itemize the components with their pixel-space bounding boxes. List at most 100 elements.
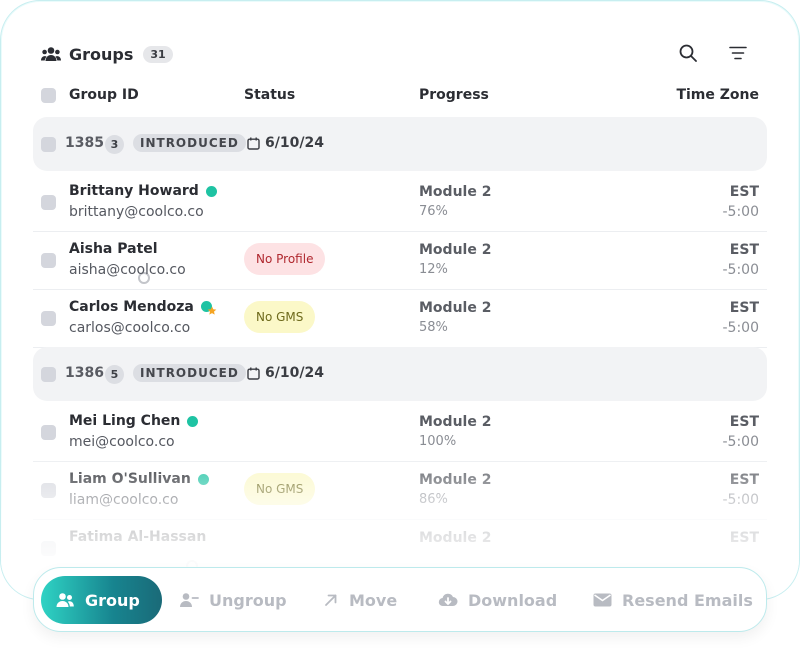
- search-icon[interactable]: [677, 41, 699, 65]
- page-title: Groups: [69, 44, 134, 64]
- row-checkbox[interactable]: [41, 253, 56, 268]
- column-time-zone[interactable]: Time Zone: [676, 87, 759, 103]
- member-utc-offset: -5:00: [722, 492, 760, 508]
- column-group-id[interactable]: Group ID: [69, 87, 139, 103]
- member-utc-offset: -5:00: [722, 320, 760, 336]
- member-module: Module 2: [419, 530, 492, 546]
- group-checkbox[interactable]: [41, 367, 56, 382]
- member-email: liam@coolco.co: [69, 492, 179, 508]
- group-checkbox[interactable]: [41, 137, 56, 152]
- users-icon: [56, 593, 74, 607]
- online-status-icon: [187, 415, 199, 427]
- table-row[interactable]: Carlos Mendoza carlos@coolco.co No GMS M…: [33, 289, 767, 348]
- member-name: Mei Ling Chen: [69, 413, 199, 429]
- status-badge: No GMS: [244, 301, 316, 333]
- member-module: Module 2: [419, 242, 492, 258]
- table-row[interactable]: Brittany Howard brittany@coolco.co Modul…: [33, 173, 767, 232]
- bulk-action-toolbar: Group Ungroup Move Download Resend Email…: [33, 567, 767, 632]
- member-module: Module 2: [419, 300, 492, 316]
- member-timezone: EST: [729, 530, 759, 546]
- groups-panel: Groups 31 Group ID Status Progress Time …: [0, 0, 800, 600]
- move-button-label: Move: [349, 590, 398, 610]
- column-status[interactable]: Status: [244, 87, 295, 103]
- member-timezone: EST: [729, 472, 759, 488]
- group-date: 6/10/24: [247, 135, 324, 151]
- group-button-label: Group: [85, 590, 140, 610]
- arrow-up-right-icon: [325, 594, 337, 606]
- member-utc-offset: -5:00: [722, 434, 760, 450]
- users-icon: [41, 46, 61, 62]
- row-checkbox[interactable]: [41, 425, 56, 440]
- row-checkbox[interactable]: [41, 541, 56, 556]
- group-status-badge: INTRODUCED: [133, 134, 246, 152]
- member-name: Brittany Howard: [69, 183, 217, 199]
- member-name-text: Fatima Al-Hassan: [69, 529, 207, 545]
- member-progress: 58%: [419, 320, 448, 335]
- table-row[interactable]: Mei Ling Chen mei@coolco.co Module 2 100…: [33, 403, 767, 462]
- column-progress[interactable]: Progress: [419, 87, 489, 103]
- member-name: Carlos Mendoza: [69, 299, 217, 315]
- row-checkbox[interactable]: [41, 195, 56, 210]
- member-email: brittany@coolco.co: [69, 204, 204, 220]
- groups-count-badge: 31: [143, 45, 173, 63]
- member-timezone: EST: [729, 184, 759, 200]
- download-button-label: Download: [468, 590, 558, 610]
- group-status-badge: INTRODUCED: [133, 364, 246, 382]
- table-row[interactable]: Aisha Patel aisha@coolco.co No Profile M…: [33, 231, 767, 290]
- calendar-icon: [247, 137, 260, 150]
- member-name: Aisha Patel: [69, 241, 158, 284]
- user-minus-icon: [180, 593, 199, 607]
- envelope-icon: [593, 593, 612, 607]
- ungroup-button[interactable]: Ungroup: [179, 576, 287, 624]
- online-status-icon: [197, 473, 209, 485]
- filter-icon[interactable]: [727, 41, 749, 65]
- member-name-text: Mei Ling Chen: [69, 413, 181, 429]
- member-timezone: EST: [729, 242, 759, 258]
- table-header: Group ID Status Progress Time Zone: [41, 85, 759, 107]
- row-checkbox[interactable]: [41, 483, 56, 498]
- group-button[interactable]: Group: [41, 576, 162, 624]
- member-name: Liam O'Sullivan: [69, 471, 209, 487]
- group-date-text: 6/10/24: [265, 365, 324, 381]
- member-utc-offset: -5:00: [722, 262, 760, 278]
- member-name-text: Aisha Patel: [69, 241, 158, 257]
- calendar-icon: [247, 367, 260, 380]
- ungroup-button-label: Ungroup: [209, 590, 287, 610]
- member-progress: 100%: [419, 434, 457, 449]
- table-row[interactable]: Liam O'Sullivan liam@coolco.co No GMS Mo…: [33, 461, 767, 520]
- status-badge: No GMS: [244, 473, 316, 505]
- member-name-text: Brittany Howard: [69, 183, 199, 199]
- group-id: 1385: [65, 135, 104, 151]
- status-badge: No Profile: [244, 243, 326, 275]
- select-all-checkbox[interactable]: [41, 88, 56, 103]
- group-header-1386[interactable]: 1386 5 INTRODUCED 6/10/24: [33, 347, 767, 401]
- panel-header: Groups 31: [41, 41, 759, 67]
- member-name-text: Carlos Mendoza: [69, 299, 194, 315]
- member-progress: 76%: [419, 204, 448, 219]
- member-email: carlos@coolco.co: [69, 320, 191, 336]
- group-header-1385[interactable]: 1385 3 INTRODUCED 6/10/24: [33, 117, 767, 171]
- member-module: Module 2: [419, 184, 492, 200]
- member-timezone: EST: [729, 414, 759, 430]
- online-status-icon: [205, 185, 217, 197]
- member-email: mei@coolco.co: [69, 434, 175, 450]
- member-module: Module 2: [419, 472, 492, 488]
- resend-emails-button[interactable]: Resend Emails: [593, 576, 753, 624]
- row-checkbox[interactable]: [41, 311, 56, 326]
- cloud-download-icon: [438, 593, 458, 607]
- member-progress: 86%: [419, 492, 448, 507]
- resend-emails-button-label: Resend Emails: [622, 590, 753, 610]
- member-utc-offset: -5:00: [722, 204, 760, 220]
- member-timezone: EST: [729, 300, 759, 316]
- member-name-text: Liam O'Sullivan: [69, 471, 191, 487]
- member-progress: 12%: [419, 262, 448, 277]
- group-member-count: 5: [105, 365, 124, 384]
- member-name: Fatima Al-Hassan: [69, 529, 207, 572]
- group-id: 1386: [65, 365, 104, 381]
- member-email: aisha@coolco.co: [69, 262, 186, 278]
- group-member-count: 3: [105, 135, 124, 154]
- star-icon: [207, 306, 217, 315]
- group-date-text: 6/10/24: [265, 135, 324, 151]
- download-button[interactable]: Download: [438, 576, 557, 624]
- move-button[interactable]: Move: [323, 576, 397, 624]
